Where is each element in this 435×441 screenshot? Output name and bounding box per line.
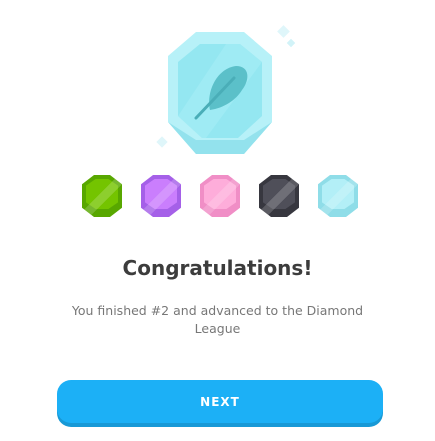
league-badges-row [0,175,435,217]
diamond-league-badge [168,32,272,154]
result-message: You finished #2 and advanced to the Diam… [71,303,364,336]
sparkle-decoration [277,25,290,38]
amethyst-league-badge [141,175,181,217]
sparkle-decoration [286,38,296,48]
obsidian-league-badge [259,175,299,217]
emerald-league-badge [82,175,122,217]
diamond-league-badge-small [318,175,358,217]
pearl-league-badge [200,175,240,217]
next-button[interactable]: NEXT [57,380,383,423]
page-title: Congratulations! [122,256,313,280]
